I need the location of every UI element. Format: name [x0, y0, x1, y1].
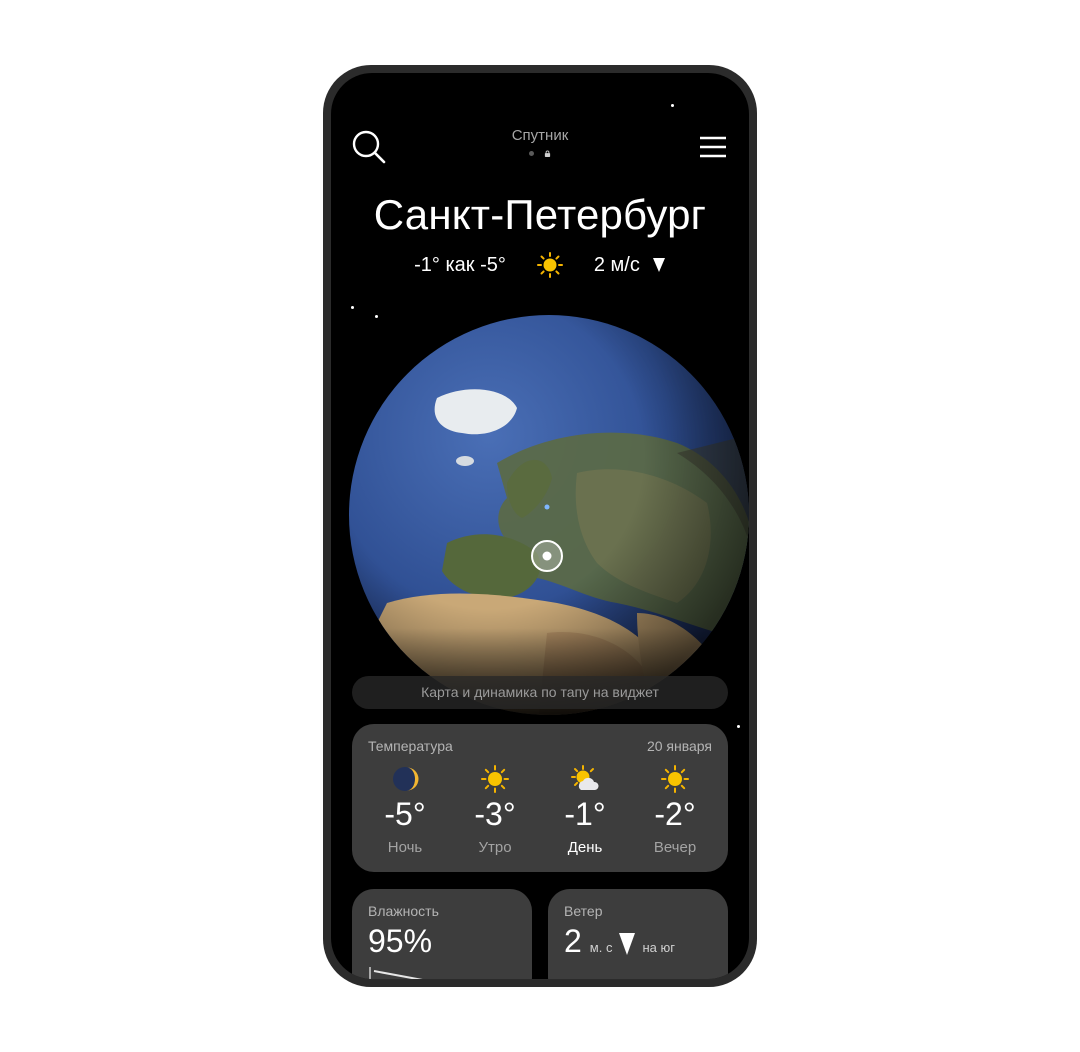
wind-card-title: Ветер: [564, 903, 603, 919]
period-label: День: [567, 839, 603, 856]
current-wind: 2 м/с: [593, 253, 640, 276]
period-temperature: -3°: [474, 796, 516, 832]
wind-value-row: 2 м. с на юг: [564, 923, 675, 960]
period-evening[interactable]: -2° Вечер: [633, 764, 717, 856]
sun-icon: [536, 252, 563, 278]
humidity-sparkline: [369, 967, 423, 979]
widget-hint-banner[interactable]: Карта и динамика по тапу на виджет: [352, 676, 728, 709]
period-temperature: -5°: [384, 796, 426, 832]
star: [351, 306, 354, 309]
location-dot: [544, 504, 550, 510]
lock-icon: [544, 150, 551, 157]
star: [737, 725, 740, 728]
sun-icon: [481, 765, 509, 793]
period-label: Ночь: [387, 839, 423, 856]
period-temperature: -2°: [654, 796, 696, 832]
period-morning[interactable]: -3° Утро: [453, 764, 537, 856]
wind-speed-value: 2: [564, 923, 582, 959]
star: [671, 104, 674, 107]
wind-direction: на юг: [642, 940, 675, 955]
wind-direction-arrow-icon: [652, 258, 665, 272]
top-bar: Спутник: [331, 125, 749, 169]
wind-card[interactable]: Ветер 2 м. с на юг: [548, 889, 728, 979]
sun-cloud-icon: [571, 765, 599, 790]
temperature-card[interactable]: Температура 20 января -5° Ночь -3° Утро …: [352, 724, 728, 872]
page-dot: [529, 151, 534, 156]
humidity-card[interactable]: Влажность 95%: [352, 889, 532, 979]
current-temperature: -1° как -5°: [414, 253, 506, 276]
app-screen: Спутник Санкт-Петербург -1° как -5° 2 м/…: [331, 73, 749, 979]
day-periods: -5° Ночь -3° Утро -1° День -2° Вечер: [360, 764, 720, 856]
current-conditions: -1° как -5° 2 м/с: [331, 251, 749, 279]
wind-unit: м. с: [589, 940, 613, 955]
sun-icon: [661, 765, 689, 793]
temperature-card-date: 20 января: [646, 738, 712, 754]
city-title: Санкт-Петербург: [373, 191, 707, 238]
map-mode-switcher[interactable]: Спутник: [331, 127, 749, 157]
period-label: Вечер: [653, 839, 697, 856]
wind-direction-arrow-icon: [619, 933, 636, 955]
hamburger-menu-icon[interactable]: [697, 131, 729, 163]
period-day[interactable]: -1° День: [543, 764, 627, 856]
phone-frame: Спутник Санкт-Петербург -1° как -5° 2 м/…: [323, 65, 757, 987]
satellite-globe[interactable]: [347, 313, 749, 717]
period-label: Утро: [478, 839, 512, 856]
temperature-card-title: Температура: [368, 738, 453, 754]
location-marker-icon: [531, 540, 563, 572]
page-indicator: [331, 150, 749, 157]
period-night[interactable]: -5° Ночь: [363, 764, 447, 856]
period-temperature: -1°: [564, 796, 606, 832]
moon-icon: [393, 767, 419, 791]
map-mode-label: Спутник: [511, 127, 569, 144]
humidity-card-title: Влажность: [368, 903, 439, 919]
humidity-value: 95%: [368, 923, 433, 959]
